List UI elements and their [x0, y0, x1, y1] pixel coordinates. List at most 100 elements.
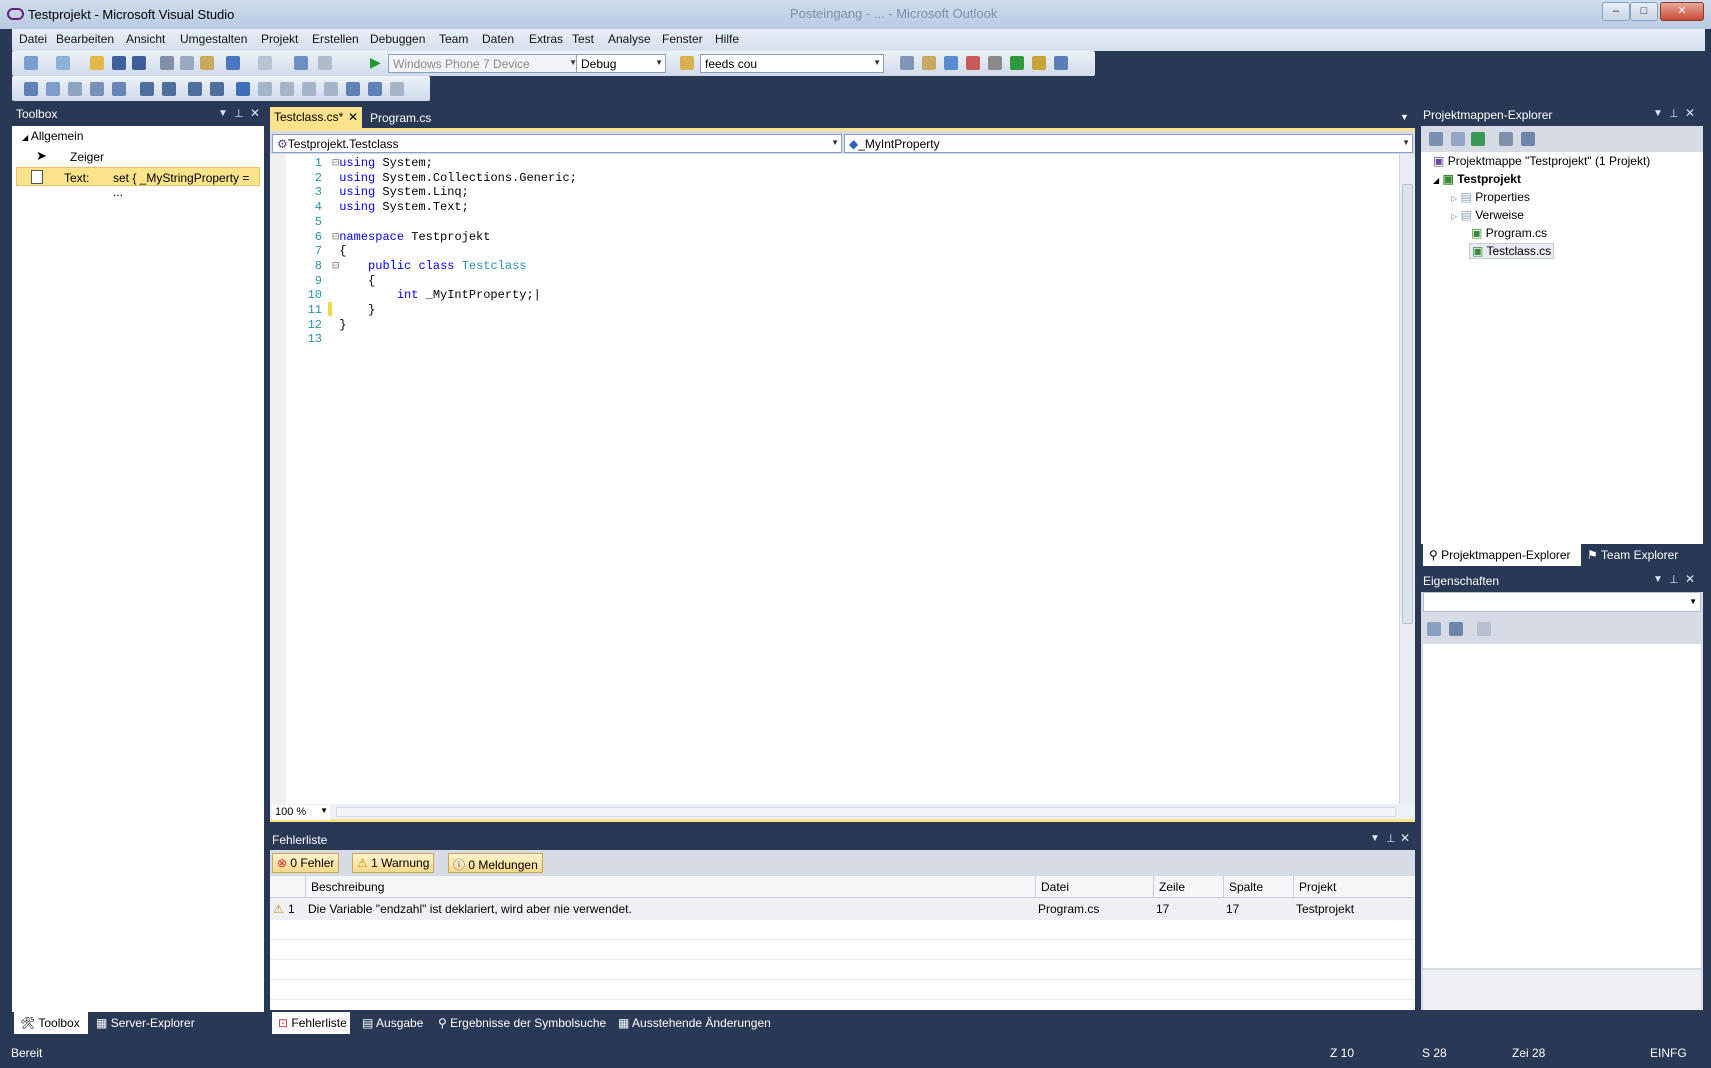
object-browser-icon[interactable] [944, 56, 958, 70]
menu-analyse[interactable]: Analyse [604, 32, 655, 46]
menu-umgestalten[interactable]: Umgestalten [176, 32, 251, 46]
cut-icon[interactable] [160, 56, 174, 70]
device-select[interactable]: Windows Phone 7 Device ▼ [388, 54, 580, 73]
copy-icon[interactable] [180, 56, 194, 70]
errors-filter-button[interactable]: ⊗ 0 Fehler [272, 853, 340, 873]
start-debugging-icon[interactable]: ▶ [370, 54, 381, 71]
uncomment-icon[interactable] [210, 82, 224, 96]
menu-test[interactable]: Test [568, 32, 598, 46]
dropdown-icon[interactable]: ▼ [1653, 108, 1663, 119]
increase-indent-icon[interactable] [162, 82, 176, 96]
tree-item-verweise[interactable]: ▷ ▤ Verweise [1451, 208, 1524, 222]
find-combo[interactable]: feeds cou ▼ [700, 54, 884, 73]
tree-item-properties[interactable]: ▷ ▤ Properties [1451, 190, 1530, 204]
pin-icon[interactable]: ⊥ [1386, 832, 1396, 845]
properties-window-icon[interactable] [922, 56, 936, 70]
tree-project[interactable]: ◢ ▣ Testprojekt [1433, 172, 1521, 186]
clear-bookmarks-icon[interactable] [390, 82, 404, 96]
column-datei[interactable]: Datei [1036, 876, 1154, 898]
next-bookmark-icon[interactable] [280, 82, 294, 96]
table-row[interactable]: ⚠ 1 Die Variable "endzahl" ist deklarier… [270, 898, 1415, 920]
column-spalte[interactable]: Spalte [1224, 876, 1294, 898]
parameter-info-icon[interactable] [46, 82, 60, 96]
previous-bookmark-icon[interactable] [258, 82, 272, 96]
toolbox-item-text-snippet[interactable]: Text: set { _MyStringProperty = ... [16, 167, 260, 199]
navigate-backward-icon[interactable] [294, 56, 308, 70]
menu-datei[interactable]: Datei [15, 32, 51, 46]
property-pages-icon[interactable] [1477, 622, 1491, 636]
view-code-icon[interactable] [1499, 132, 1513, 146]
new-project-icon[interactable] [24, 56, 38, 70]
properties-icon[interactable] [1429, 132, 1443, 146]
add-item-icon[interactable] [56, 56, 70, 70]
save-icon[interactable] [112, 56, 126, 70]
decrease-indent-icon[interactable] [140, 82, 154, 96]
vertical-scrollbar[interactable] [1399, 154, 1415, 804]
start-page-icon[interactable] [1010, 56, 1024, 70]
quick-info-icon[interactable] [68, 82, 82, 96]
scroll-thumb[interactable] [1402, 184, 1413, 624]
menu-debuggen[interactable]: Debuggen [366, 32, 429, 46]
object-select[interactable]: ▼ [1423, 592, 1701, 612]
column-projekt[interactable]: Projekt [1294, 876, 1415, 898]
config-select[interactable]: Debug ▼ [576, 54, 666, 73]
member-dropdown[interactable]: ◆_MyIntProperty ▼ [844, 134, 1413, 153]
display-word-completion-icon[interactable] [112, 82, 126, 96]
menu-team[interactable]: Team [435, 32, 472, 46]
tab-testclass[interactable]: Testclass.cs* ✕ [270, 107, 362, 128]
menu-daten[interactable]: Daten [478, 32, 518, 46]
tree-item-testclass[interactable]: ▣ Testclass.cs [1469, 243, 1555, 259]
tab-symbol-results[interactable]: ⚲ Ergebnisse der Symbolsuche [432, 1012, 612, 1034]
close-icon[interactable]: ✕ [1685, 572, 1695, 586]
bookmark-icon[interactable] [236, 82, 250, 96]
menu-ansicht[interactable]: Ansicht [122, 32, 169, 46]
warnings-filter-button[interactable]: ⚠ 1 Warnung [352, 853, 435, 873]
solution-explorer-icon[interactable] [900, 56, 914, 70]
close-button[interactable]: ✕ [1660, 2, 1704, 21]
list-members-icon[interactable] [24, 82, 38, 96]
tree-item-program[interactable]: ▣ Program.cs [1471, 226, 1547, 240]
horizontal-scrollbar[interactable] [336, 807, 1396, 817]
open-file-icon[interactable] [90, 56, 104, 70]
refresh-icon[interactable] [1471, 132, 1485, 146]
prev-bookmark-folder-icon[interactable] [302, 82, 316, 96]
close-tab-icon[interactable]: ✕ [348, 110, 358, 124]
pin-icon[interactable]: ⊥ [1669, 107, 1679, 120]
complete-word-icon[interactable] [90, 82, 104, 96]
column-zeile[interactable]: Zeile [1154, 876, 1224, 898]
column-beschreibung[interactable]: Beschreibung [306, 876, 1036, 898]
alphabetical-icon[interactable] [1449, 622, 1463, 636]
tab-team-explorer[interactable]: ⚑ Team Explorer [1581, 544, 1684, 566]
menu-hilfe[interactable]: Hilfe [711, 32, 743, 46]
paste-icon[interactable] [200, 56, 214, 70]
zoom-select[interactable]: 100 % ▼ [272, 805, 330, 820]
next-bookmark-doc-icon[interactable] [368, 82, 382, 96]
messages-filter-button[interactable]: ⓘ 0 Meldungen [448, 853, 543, 873]
tab-ausgabe[interactable]: ▤ Ausgabe [356, 1012, 429, 1034]
tab-projektmappen-explorer[interactable]: ⚲ Projektmappen-Explorer [1423, 544, 1581, 566]
close-icon[interactable]: ✕ [1400, 831, 1410, 845]
menu-erstellen[interactable]: Erstellen [308, 32, 363, 46]
menu-projekt[interactable]: Projekt [257, 32, 302, 46]
next-bookmark-folder-icon[interactable] [324, 82, 338, 96]
tab-dropdown-icon[interactable]: ▼ [1400, 112, 1409, 122]
command-window-icon[interactable] [1054, 56, 1068, 70]
show-all-files-icon[interactable] [1451, 132, 1465, 146]
tab-server-explorer[interactable]: ▦ Server-Explorer [90, 1012, 201, 1034]
type-dropdown[interactable]: ⚙Testprojekt.Testclass ▼ [272, 134, 842, 153]
tree-solution-root[interactable]: ▣ Projektmappe "Testprojekt" (1 Projekt) [1433, 154, 1650, 168]
pin-icon[interactable]: ⊥ [234, 107, 244, 120]
tab-pending-changes[interactable]: ▦ Ausstehende Änderungen [612, 1012, 777, 1034]
column-icon[interactable] [270, 876, 306, 898]
undo-icon[interactable] [226, 56, 240, 70]
toolbox-icon[interactable] [966, 56, 980, 70]
navigate-forward-icon[interactable] [318, 56, 332, 70]
dropdown-icon[interactable]: ▼ [1653, 574, 1663, 585]
team-explorer-icon[interactable] [1032, 56, 1046, 70]
class-diagram-icon[interactable] [1521, 132, 1535, 146]
dropdown-icon[interactable]: ▼ [1370, 833, 1380, 844]
pin-icon[interactable]: ⊥ [1669, 573, 1679, 586]
minimize-button[interactable]: – [1602, 2, 1630, 21]
comment-icon[interactable] [188, 82, 202, 96]
menu-bearbeiten[interactable]: Bearbeiten [52, 32, 118, 46]
